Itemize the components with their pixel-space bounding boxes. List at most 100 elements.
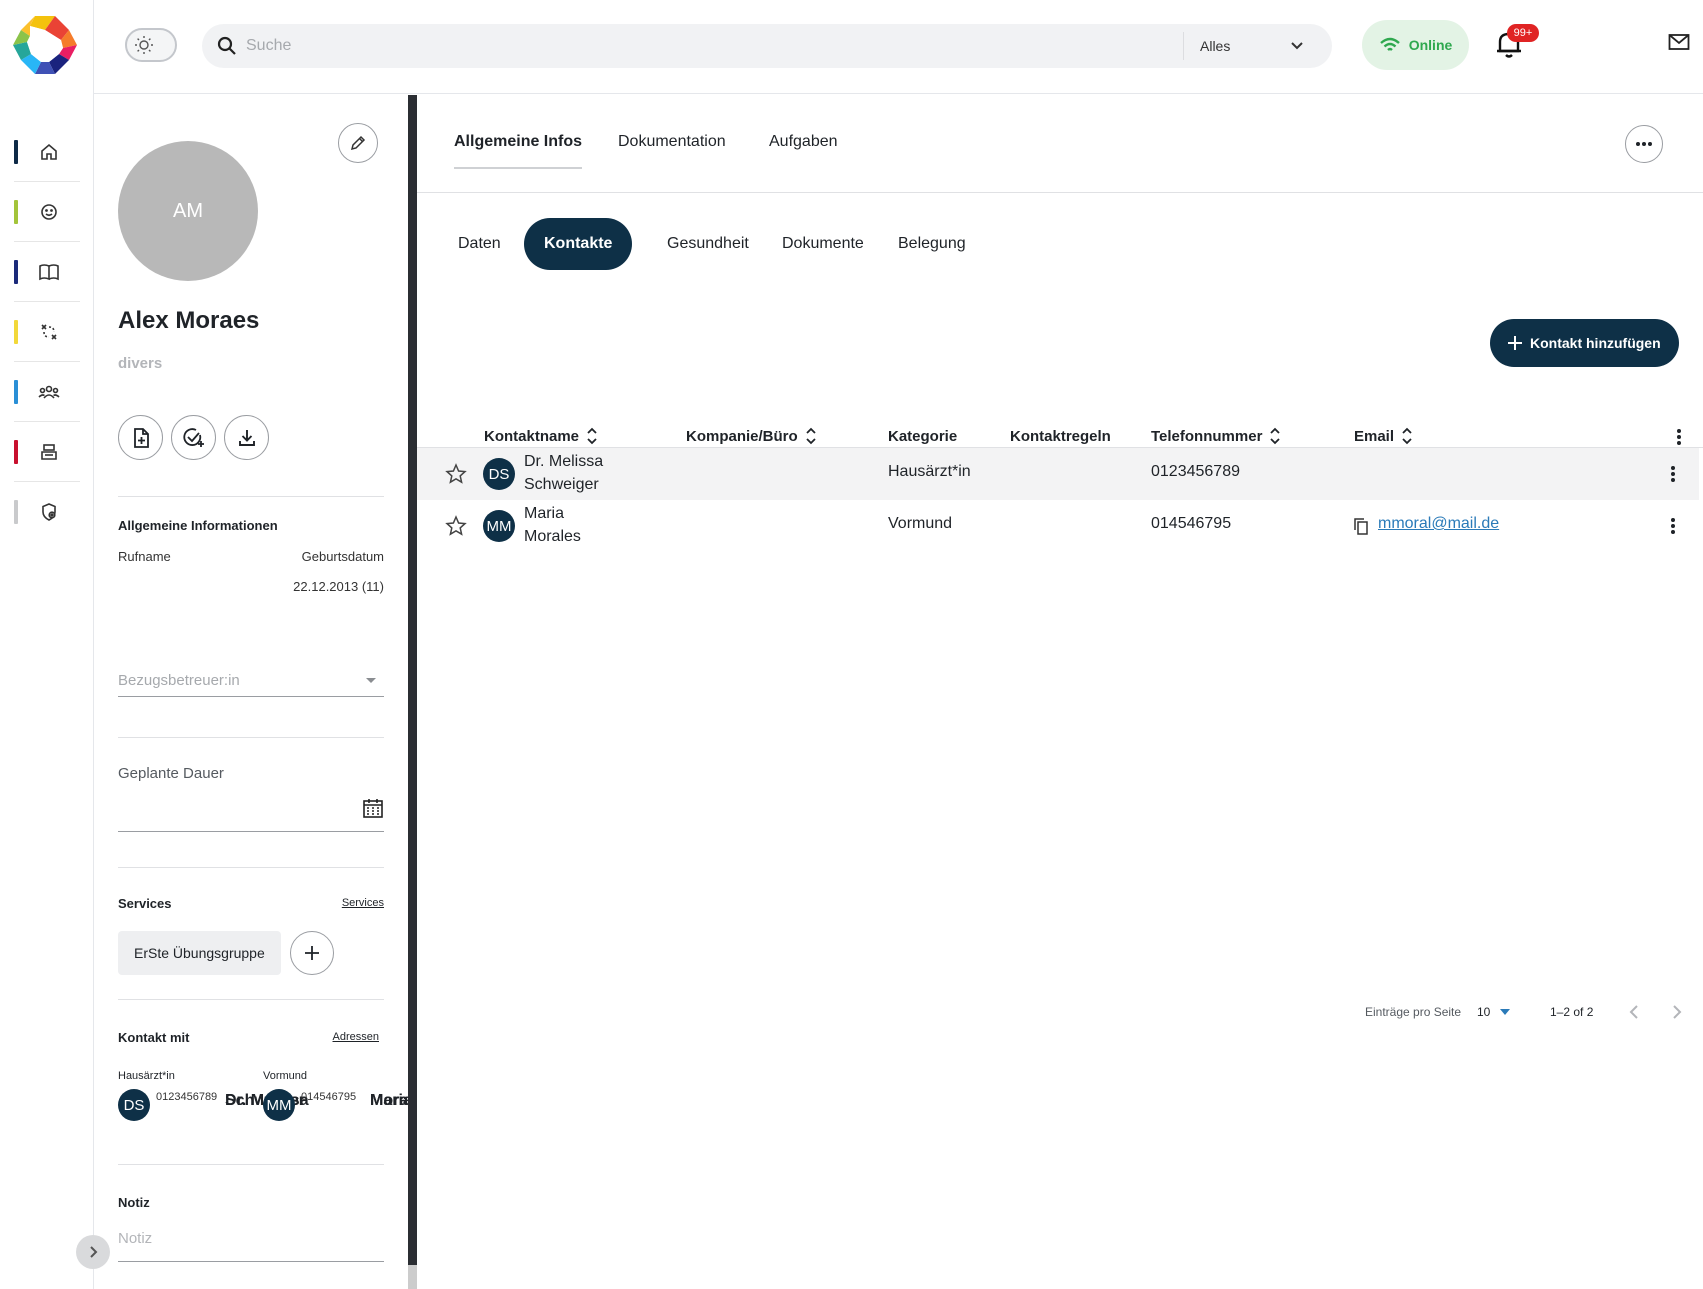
contacts-title: Kontakt mit bbox=[118, 1030, 190, 1045]
nav-indicator bbox=[14, 319, 18, 344]
add-contact-button[interactable]: Kontakt hinzufügen bbox=[1490, 319, 1679, 367]
contact-phone: 014546795 bbox=[301, 1091, 357, 1103]
birthdate-value: 22.12.2013 (11) bbox=[293, 579, 384, 594]
column-label: Kontaktregeln bbox=[1010, 427, 1111, 445]
profile-gender: divers bbox=[118, 355, 163, 372]
nav-participants[interactable] bbox=[14, 182, 80, 242]
addresses-link[interactable]: Adressen bbox=[333, 1031, 379, 1043]
contact-phone: 0123456789 bbox=[156, 1091, 218, 1103]
contact-avatar: DS bbox=[118, 1089, 150, 1121]
caretaker-select[interactable]: Bezugsbetreuer:in bbox=[118, 665, 384, 697]
row-menu-icon[interactable] bbox=[1670, 462, 1676, 486]
expand-rail-button[interactable] bbox=[76, 1235, 110, 1269]
subtab-documents[interactable]: Dokumente bbox=[762, 218, 884, 270]
nav-groups[interactable] bbox=[14, 362, 80, 422]
divider bbox=[118, 737, 384, 738]
panel-resize-handle[interactable] bbox=[408, 95, 417, 1289]
contact-name-line1: Maria bbox=[524, 505, 565, 522]
add-service-button[interactable] bbox=[290, 931, 334, 975]
nickname-label: Rufname bbox=[118, 549, 171, 564]
page-range: 1–2 of 2 bbox=[1550, 1005, 1594, 1019]
profile-panel: AM Alex Moraes divers Allgemeine Informa… bbox=[94, 95, 430, 1289]
column-label: Kompanie/Büro bbox=[686, 427, 798, 445]
tab-documentation[interactable]: Dokumentation bbox=[618, 133, 726, 169]
edit-profile-button[interactable] bbox=[338, 123, 378, 163]
sort-icon bbox=[806, 427, 816, 445]
shield-icon bbox=[38, 501, 60, 523]
row-menu-icon[interactable] bbox=[1670, 514, 1676, 538]
top-header: Alles Online 99+ d bbox=[94, 0, 1703, 94]
messages-button[interactable] bbox=[1668, 33, 1694, 59]
mini-contact-card[interactable]: Vormund MM Maria Morales 014546795 bbox=[263, 1070, 430, 1121]
nav-home[interactable] bbox=[14, 122, 80, 182]
online-status[interactable]: Online bbox=[1362, 20, 1469, 70]
rows-per-page-select[interactable]: 10 bbox=[1477, 1002, 1511, 1022]
nav-indicator bbox=[14, 259, 18, 284]
contact-name-line2: Schweiger bbox=[524, 476, 599, 493]
contact-avatar: MM bbox=[483, 510, 515, 542]
table-row[interactable]: MM Maria Morales Vormund 014546795 mmora… bbox=[417, 500, 1699, 552]
search-scope-select[interactable]: Alles bbox=[1184, 38, 1332, 54]
subtab-data[interactable]: Daten bbox=[438, 218, 521, 270]
note-input[interactable]: Notiz bbox=[118, 1230, 384, 1262]
nav-indicator bbox=[14, 439, 18, 464]
download-button[interactable] bbox=[224, 415, 269, 460]
next-page-icon[interactable] bbox=[1672, 1004, 1682, 1020]
subtab-contacts[interactable]: Kontakte bbox=[524, 218, 633, 270]
contact-category: Hausärzt*in bbox=[888, 463, 971, 480]
search-input[interactable] bbox=[246, 26, 1183, 66]
contact-role: Hausärzt*in bbox=[118, 1070, 175, 1082]
main-content: Allgemeine Infos Dokumentation Aufgaben … bbox=[417, 95, 1703, 1289]
contact-phone: 014546795 bbox=[1151, 515, 1232, 532]
sun-icon bbox=[131, 32, 157, 58]
planned-duration-field[interactable]: Geplante Dauer bbox=[118, 765, 384, 832]
contact-email-link[interactable]: mmoral@mail.de bbox=[1378, 515, 1499, 533]
add-document-button[interactable] bbox=[118, 415, 163, 460]
star-icon[interactable] bbox=[445, 515, 467, 537]
more-options-button[interactable] bbox=[1625, 125, 1663, 163]
divider bbox=[118, 999, 384, 1000]
chevron-right-icon bbox=[90, 1246, 98, 1258]
calendar-icon[interactable] bbox=[362, 797, 384, 819]
nav-routes[interactable] bbox=[14, 302, 80, 362]
contact-phone: 0123456789 bbox=[1151, 463, 1240, 480]
app-logo[interactable] bbox=[13, 16, 77, 74]
group-icon bbox=[38, 381, 60, 403]
services-link[interactable]: Services bbox=[342, 897, 384, 909]
plus-icon bbox=[305, 946, 319, 960]
copy-icon[interactable] bbox=[1354, 518, 1368, 535]
add-contact-label: Kontakt hinzufügen bbox=[1530, 335, 1661, 351]
add-task-button[interactable] bbox=[171, 415, 216, 460]
table-row[interactable]: DS Dr. Melissa Schweiger Hausärzt*in 012… bbox=[417, 448, 1699, 500]
mini-contact-card[interactable]: Hausärzt*in DS Dr. Melissa Schweiger 012… bbox=[118, 1070, 309, 1121]
notification-badge: 99+ bbox=[1507, 24, 1539, 42]
star-icon[interactable] bbox=[445, 463, 467, 485]
previous-page-icon[interactable] bbox=[1629, 1004, 1639, 1020]
subtab-health[interactable]: Gesundheit bbox=[647, 218, 769, 270]
column-label: Kategorie bbox=[888, 427, 958, 445]
nav-documentation[interactable] bbox=[14, 242, 80, 302]
tab-tasks[interactable]: Aufgaben bbox=[769, 133, 838, 169]
note-title: Notiz bbox=[118, 1195, 150, 1210]
contact-name-line2: Morales bbox=[524, 528, 581, 545]
book-icon bbox=[38, 261, 60, 283]
column-label: Telefonnummer bbox=[1151, 427, 1263, 445]
contact-name: Dr. Melissa Schweiger bbox=[524, 450, 603, 496]
service-chip[interactable]: ErSte Übungsgruppe bbox=[118, 931, 281, 975]
nav-admin[interactable] bbox=[14, 482, 80, 542]
planned-duration-label: Geplante Dauer bbox=[118, 765, 224, 782]
profile-actions bbox=[118, 415, 269, 460]
home-icon bbox=[38, 141, 60, 163]
resize-grip[interactable] bbox=[408, 1265, 417, 1289]
birthdate-label: Geburtsdatum bbox=[301, 549, 384, 564]
nav-reception[interactable] bbox=[14, 422, 80, 482]
tab-general-info[interactable]: Allgemeine Infos bbox=[454, 133, 583, 169]
contact-name: Maria Morales bbox=[524, 502, 581, 548]
wifi-icon bbox=[1379, 37, 1400, 51]
nav-indicator bbox=[14, 379, 18, 404]
theme-toggle[interactable] bbox=[125, 28, 177, 62]
check-plus-icon bbox=[182, 427, 204, 447]
column-label: Email bbox=[1354, 427, 1395, 445]
subtab-occupancy[interactable]: Belegung bbox=[878, 218, 986, 270]
mail-icon bbox=[1668, 34, 1690, 50]
